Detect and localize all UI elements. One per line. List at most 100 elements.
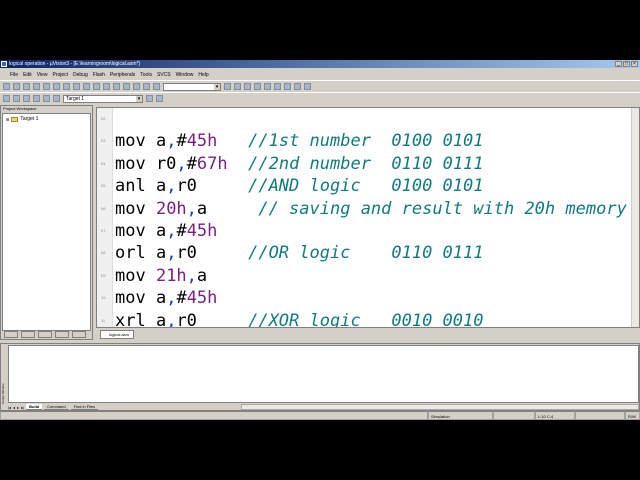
find-next-icon[interactable] (234, 83, 241, 90)
token-kw: mov a (115, 131, 167, 152)
redo-icon[interactable] (83, 83, 90, 90)
manage-components-icon[interactable] (156, 95, 163, 102)
download-icon[interactable] (43, 95, 50, 102)
menu-peripherals[interactable]: Peripherals (110, 72, 135, 78)
copy-icon[interactable] (53, 83, 60, 90)
code-text: xrl a,r0 //XOR logic 0010 0010 (115, 310, 484, 328)
back-icon[interactable] (244, 83, 251, 90)
code-line[interactable]: 04 mov r0,#67h //2nd number 0110 0111 (97, 153, 637, 175)
output-text-area[interactable] (8, 345, 639, 403)
find-icon[interactable] (224, 83, 231, 90)
code-text: mov r0,#67h //2nd number 0110 0111 (115, 153, 484, 175)
token-kw: mov a (115, 288, 167, 309)
code-line[interactable]: 05 anl a,r0 //AND logic 0100 0101 (97, 175, 637, 197)
bookmark-next-icon[interactable] (133, 83, 140, 90)
bookmark-icon[interactable] (113, 83, 120, 90)
menu-file[interactable]: File (10, 72, 18, 78)
menu-tools[interactable]: Tools (140, 72, 152, 78)
code-text: mov a,#45h //1st number 0100 0101 (115, 130, 484, 152)
maximize-button[interactable]: □ (623, 61, 630, 67)
outdent-icon[interactable] (103, 83, 110, 90)
code-line[interactable]: 07 mov a,#45h (97, 220, 637, 242)
code-line[interactable]: 06 mov 20h,a // saving and result with 20… (97, 198, 637, 220)
tab-scroll-prev[interactable]: ◂ (13, 405, 15, 410)
bookmark-prev-icon[interactable] (123, 83, 130, 90)
save-all-icon[interactable] (33, 83, 40, 90)
save-icon[interactable] (23, 83, 30, 90)
code-line[interactable]: 03 mov a,#45h //1st number 0100 0101 (97, 130, 637, 152)
tree-item-target[interactable]: ⊞ Target 1 (3, 114, 90, 124)
paste-icon[interactable] (63, 83, 70, 90)
build-icon[interactable] (13, 95, 20, 102)
code-line[interactable]: 10 mov a,#45h (97, 287, 637, 309)
tab-scroll-next[interactable]: ▸ (17, 405, 19, 410)
translate-icon[interactable] (3, 95, 10, 102)
target-select[interactable]: Target 1 (63, 94, 143, 103)
tab-scroll-first[interactable]: |◂ (8, 405, 11, 410)
expand-icon[interactable]: ⊞ (6, 117, 9, 122)
menu-help[interactable]: Help (198, 72, 208, 78)
minimize-button[interactable]: _ (615, 61, 622, 67)
cut-icon[interactable] (43, 83, 50, 90)
templates-tab-icon[interactable] (72, 331, 86, 338)
workspace-toggle-icon[interactable] (294, 83, 301, 90)
indent-icon[interactable] (93, 83, 100, 90)
debug-icon[interactable] (284, 83, 291, 90)
tab-command[interactable]: Command (44, 404, 69, 410)
file-extensions-icon[interactable] (146, 95, 153, 102)
goto-icon[interactable] (264, 83, 271, 90)
tab-logical-asm[interactable]: logical.asm (100, 330, 135, 339)
token-comment: //OR logic 0110 0111 (248, 243, 484, 264)
project-workspace: Project Workspace ⊞ Target 1 (0, 105, 93, 340)
token-kw: r0 (176, 243, 249, 264)
undo-icon[interactable] (73, 83, 80, 90)
forward-icon[interactable] (254, 83, 261, 90)
new-file-icon[interactable] (3, 83, 10, 90)
bookmark-clear-icon[interactable] (143, 83, 150, 90)
status-rw: R/W (625, 411, 640, 420)
rebuild-icon[interactable] (23, 95, 30, 102)
code-text: mov a,#45h (115, 287, 217, 309)
print-icon[interactable] (274, 83, 281, 90)
token-kw: # (186, 153, 197, 174)
token-kw: mov a (115, 221, 167, 241)
regs-tab-icon[interactable] (21, 331, 35, 338)
horizontal-scrollbar[interactable] (241, 404, 639, 410)
menu-view[interactable]: View (37, 72, 48, 78)
stop-build-icon[interactable] (33, 95, 40, 102)
workspace-title: Project Workspace (1, 106, 92, 112)
code-line[interactable]: 02 (97, 108, 637, 130)
find-in-files-icon[interactable] (153, 83, 160, 90)
code-line[interactable]: 11 xrl a,r0 //XOR logic 0010 0010 (97, 310, 637, 328)
functions-tab-icon[interactable] (55, 331, 69, 338)
close-button[interactable]: × (631, 61, 638, 67)
window-title: logical operation - µVision3 - [E:\learn… (9, 61, 140, 67)
menu-project[interactable]: Project (52, 72, 68, 78)
open-icon[interactable] (13, 83, 20, 90)
token-punct: , (166, 310, 177, 328)
token-punct: , (166, 243, 177, 264)
line-number: 09 (101, 272, 106, 278)
menu-svcs[interactable]: SVCS (157, 72, 171, 78)
code-text: orl a,r0 //OR logic 0110 0111 (115, 242, 484, 264)
code-editor[interactable]: 02 03 mov a,#45h //1st number 0100 0101 04 m… (96, 107, 640, 328)
files-tab-icon[interactable] (4, 331, 18, 338)
menu-edit[interactable]: Edit (23, 72, 32, 78)
status-blank (493, 411, 535, 420)
line-number: 11 (101, 317, 106, 323)
token-kw: # (176, 221, 187, 241)
menu-bar: File Edit View Project Debug Flash Peripherals… (0, 69, 640, 80)
output-toggle-icon[interactable] (304, 83, 311, 90)
menu-debug[interactable]: Debug (73, 72, 88, 78)
token-comment: // saving and result with 20h memory (258, 198, 627, 219)
tab-scroll-last[interactable]: ▸| (21, 405, 24, 410)
target-options-icon[interactable] (53, 95, 60, 102)
code-line[interactable]: 09 mov 21h,a (97, 265, 637, 287)
books-tab-icon[interactable] (38, 331, 52, 338)
tab-build[interactable]: Build (26, 404, 43, 410)
find-combo[interactable] (163, 82, 221, 91)
tab-find-in-files[interactable]: Find in Files (70, 404, 99, 410)
code-line[interactable]: 08 orl a,r0 //OR logic 0110 0111 (97, 242, 637, 264)
menu-window[interactable]: Window (176, 72, 194, 78)
menu-flash[interactable]: Flash (93, 72, 105, 78)
